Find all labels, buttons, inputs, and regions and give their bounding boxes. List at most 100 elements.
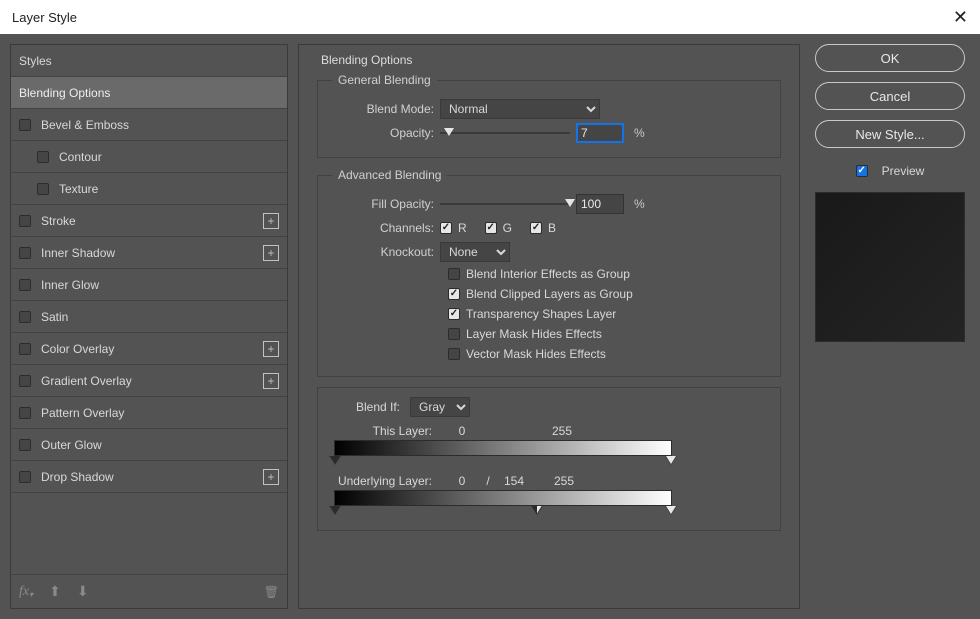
- style-label: Outer Glow: [41, 438, 102, 452]
- ck-label: Transparency Shapes Layer: [466, 307, 616, 321]
- style-checkbox[interactable]: [19, 375, 31, 387]
- style-stroke[interactable]: Stroke +: [11, 205, 287, 237]
- ck-label: Layer Mask Hides Effects: [466, 327, 602, 341]
- style-checkbox[interactable]: [19, 247, 31, 259]
- fill-opacity-slider[interactable]: [440, 197, 570, 211]
- opacity-input[interactable]: [576, 123, 624, 143]
- style-checkbox[interactable]: [19, 439, 31, 451]
- channel-r-label: R: [458, 221, 467, 235]
- style-drop-shadow[interactable]: Drop Shadow +: [11, 461, 287, 493]
- this-layer-label: This Layer:: [330, 424, 442, 438]
- ck-transparency-shapes[interactable]: [448, 308, 460, 320]
- style-label: Color Overlay: [41, 342, 114, 356]
- style-outer-glow[interactable]: Outer Glow: [11, 429, 287, 461]
- ck-label: Vector Mask Hides Effects: [466, 347, 606, 361]
- channel-b-checkbox[interactable]: [530, 222, 542, 234]
- preview-checkbox[interactable]: [856, 165, 868, 177]
- under-hi: 255: [554, 474, 574, 488]
- style-label: Contour: [59, 150, 102, 164]
- plus-icon[interactable]: +: [263, 341, 279, 357]
- blend-mode-select[interactable]: Normal: [440, 99, 600, 119]
- styles-footer: fx▾ ⬆ ⬇ 🗑: [11, 574, 287, 608]
- opacity-label: Opacity:: [330, 126, 440, 140]
- styles-header: Styles: [11, 45, 287, 77]
- advanced-blending-group: Advanced Blending Fill Opacity: % Channe…: [317, 168, 781, 377]
- opacity-slider[interactable]: [440, 126, 570, 140]
- style-inner-shadow[interactable]: Inner Shadow +: [11, 237, 287, 269]
- under-lo: 0: [442, 474, 482, 488]
- knockout-select[interactable]: None: [440, 242, 510, 262]
- style-blending-options[interactable]: Blending Options: [11, 77, 287, 109]
- ck-vector-mask-hides[interactable]: [448, 348, 460, 360]
- blend-if-group: Blend If: Gray This Layer: 0 255 Underly…: [317, 387, 781, 531]
- ck-clipped-layers[interactable]: [448, 288, 460, 300]
- plus-icon[interactable]: +: [263, 469, 279, 485]
- style-inner-glow[interactable]: Inner Glow: [11, 269, 287, 301]
- style-contour[interactable]: Contour: [11, 141, 287, 173]
- style-checkbox[interactable]: [19, 407, 31, 419]
- title-bar: Layer Style ✕: [0, 0, 980, 34]
- this-layer-gradient[interactable]: [334, 440, 672, 456]
- options-title: Blending Options: [321, 53, 781, 67]
- options-panel: Blending Options General Blending Blend …: [298, 44, 800, 609]
- move-down-icon[interactable]: ⬇: [77, 583, 89, 600]
- style-texture[interactable]: Texture: [11, 173, 287, 205]
- right-column: OK Cancel New Style... Preview: [810, 44, 970, 609]
- preview-label: Preview: [882, 164, 925, 178]
- this-layer-hi: 255: [552, 424, 572, 438]
- fx-icon[interactable]: fx▾: [19, 584, 33, 600]
- style-checkbox[interactable]: [19, 119, 31, 131]
- fill-opacity-unit: %: [634, 197, 645, 211]
- style-checkbox[interactable]: [19, 279, 31, 291]
- style-checkbox[interactable]: [19, 471, 31, 483]
- style-label: Bevel & Emboss: [41, 118, 129, 132]
- plus-icon[interactable]: +: [263, 373, 279, 389]
- fill-opacity-label: Fill Opacity:: [330, 197, 440, 211]
- fill-opacity-input[interactable]: [576, 194, 624, 214]
- style-label: Drop Shadow: [41, 470, 114, 484]
- styles-panel: Styles Blending Options Bevel & Emboss C…: [10, 44, 288, 609]
- channel-r-checkbox[interactable]: [440, 222, 452, 234]
- underlying-layer-gradient[interactable]: [334, 490, 672, 506]
- advanced-legend: Advanced Blending: [332, 168, 447, 182]
- style-label: Pattern Overlay: [41, 406, 124, 420]
- style-label: Inner Shadow: [41, 246, 115, 260]
- channel-g-checkbox[interactable]: [485, 222, 497, 234]
- style-satin[interactable]: Satin: [11, 301, 287, 333]
- style-label: Inner Glow: [41, 278, 99, 292]
- blend-mode-label: Blend Mode:: [330, 102, 440, 116]
- style-checkbox[interactable]: [19, 343, 31, 355]
- style-checkbox[interactable]: [19, 311, 31, 323]
- style-color-overlay[interactable]: Color Overlay +: [11, 333, 287, 365]
- ck-interior-effects[interactable]: [448, 268, 460, 280]
- ck-layer-mask-hides[interactable]: [448, 328, 460, 340]
- style-gradient-overlay[interactable]: Gradient Overlay +: [11, 365, 287, 397]
- style-label: Texture: [59, 182, 98, 196]
- plus-icon[interactable]: +: [263, 213, 279, 229]
- preview-swatch: [815, 192, 965, 342]
- style-checkbox[interactable]: [19, 215, 31, 227]
- style-checkbox[interactable]: [37, 151, 49, 163]
- style-bevel-emboss[interactable]: Bevel & Emboss: [11, 109, 287, 141]
- cancel-button[interactable]: Cancel: [815, 82, 965, 110]
- ok-button[interactable]: OK: [815, 44, 965, 72]
- move-up-icon[interactable]: ⬆: [49, 583, 61, 600]
- dialog-title: Layer Style: [12, 10, 77, 25]
- blend-if-select[interactable]: Gray: [410, 397, 470, 417]
- styles-header-label: Styles: [19, 54, 52, 68]
- under-sep: /: [482, 474, 494, 488]
- preview-toggle-row: Preview: [856, 164, 925, 178]
- style-label: Satin: [41, 310, 68, 324]
- style-checkbox[interactable]: [37, 183, 49, 195]
- opacity-unit: %: [634, 126, 645, 140]
- new-style-button[interactable]: New Style...: [815, 120, 965, 148]
- channel-g-label: G: [503, 221, 512, 235]
- underlying-layer-label: Underlying Layer:: [330, 474, 442, 488]
- channels-label: Channels:: [330, 221, 440, 235]
- trash-icon[interactable]: 🗑: [264, 585, 279, 599]
- plus-icon[interactable]: +: [263, 245, 279, 261]
- close-icon[interactable]: ✕: [953, 8, 968, 26]
- channel-b-label: B: [548, 221, 556, 235]
- ck-label: Blend Clipped Layers as Group: [466, 287, 633, 301]
- style-pattern-overlay[interactable]: Pattern Overlay: [11, 397, 287, 429]
